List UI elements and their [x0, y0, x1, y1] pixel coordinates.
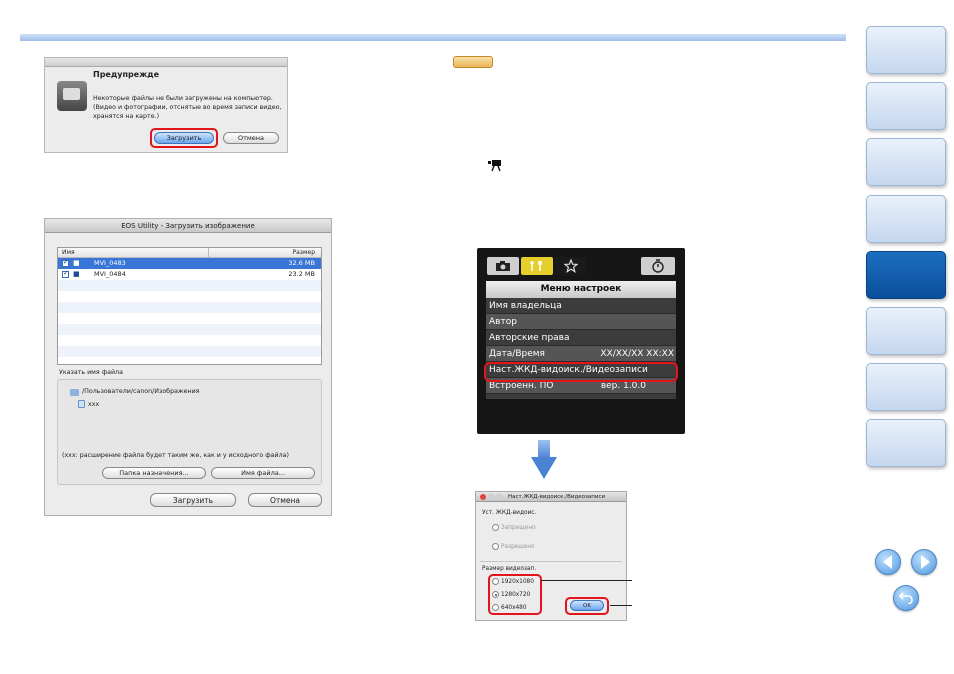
- empty-row: [58, 313, 321, 324]
- menu-item-datetime[interactable]: Дата/Время XX/XX/XX XX:XX: [486, 346, 676, 362]
- file-row[interactable]: ■ MVI_0483 32.6 MB: [58, 258, 321, 269]
- file-size: 23.2 MB: [288, 270, 315, 278]
- arrow-right-icon: [920, 555, 930, 569]
- dialog-titlebar: [45, 58, 287, 67]
- tab-setup[interactable]: [521, 257, 553, 275]
- camera-icon: [496, 261, 510, 271]
- back-button[interactable]: [893, 585, 919, 611]
- highlight-frame: [484, 362, 678, 382]
- timer-icon: [652, 259, 664, 273]
- minimize-icon[interactable]: [488, 494, 494, 500]
- next-page-button[interactable]: [911, 549, 937, 575]
- lcd-option-enable[interactable]: Разрешено: [492, 542, 535, 552]
- destination-folder-button[interactable]: Папка назначения...: [102, 467, 206, 479]
- empty-row: [58, 280, 321, 291]
- dialog-title: EOS Utility - Загрузить изображение: [45, 219, 331, 233]
- radio-button[interactable]: [492, 524, 499, 531]
- empty-row: [58, 346, 321, 357]
- file-icon: [78, 400, 85, 408]
- callout-line: [541, 580, 632, 581]
- destination-path: /Пользователи/canon/Изображения: [82, 388, 200, 395]
- hint-badge: [453, 56, 493, 68]
- file-size: 32.6 MB: [288, 259, 315, 267]
- side-tab-3[interactable]: [866, 138, 946, 186]
- tab-shooting[interactable]: [487, 257, 519, 275]
- star-icon: [564, 259, 578, 273]
- close-icon[interactable]: [480, 494, 486, 500]
- column-size: Размер: [292, 249, 315, 256]
- zoom-icon[interactable]: [496, 494, 502, 500]
- menu-item-author[interactable]: Автор: [486, 314, 676, 330]
- dialog-message: Некоторые файлы не были загружены на ком…: [93, 95, 282, 120]
- datetime-value: XX/XX/XX XX:XX: [600, 349, 674, 359]
- arrow-left-icon: [882, 555, 892, 569]
- empty-row: [58, 302, 321, 313]
- file-list[interactable]: Имя Размер ■ MVI_0483 32.6 MB ■ MVI_0484…: [57, 247, 322, 365]
- side-tab-1[interactable]: [866, 26, 946, 74]
- empty-row: [58, 291, 321, 302]
- camera-warning-icon: [57, 81, 87, 111]
- file-row[interactable]: ■ MVI_0484 23.2 MB: [58, 269, 321, 280]
- camera-setup-menu: Меню настроек Имя владельца Автор Авторс…: [477, 248, 685, 434]
- menu-item-owner[interactable]: Имя владельца: [486, 298, 676, 314]
- divider: [480, 561, 622, 562]
- lcd-option-disable[interactable]: Запрещено: [492, 523, 536, 533]
- side-tab-8[interactable]: [866, 419, 946, 467]
- empty-row: [58, 335, 321, 346]
- menu-item-copyright[interactable]: Авторские права: [486, 330, 676, 346]
- download-button[interactable]: Загрузить: [154, 132, 214, 144]
- side-tab-7[interactable]: [866, 363, 946, 411]
- prev-page-button[interactable]: [875, 549, 901, 575]
- header-bar: [20, 34, 846, 41]
- tab-mymenu[interactable]: [641, 257, 675, 275]
- menu-header: Меню настроек: [486, 281, 676, 298]
- movie-icon: ■: [73, 259, 80, 267]
- dialog-title: Наст.ЖКД-видоиск./Видеозаписи: [508, 494, 606, 500]
- video-settings-dialog: Наст.ЖКД-видоиск./Видеозаписи Уст. ЖКД-в…: [475, 491, 627, 621]
- arrow-down-icon: [538, 440, 550, 458]
- filename-group: /Пользователи/canon/Изображения xxx (xxx…: [57, 379, 322, 485]
- side-tab-5-active[interactable]: [866, 251, 946, 299]
- column-divider: [208, 248, 209, 258]
- extension-note: (xxx: расширение файла будет таким же, к…: [62, 452, 289, 459]
- warning-dialog: Предупрежде Некоторые файлы не были загр…: [44, 57, 288, 153]
- cancel-button[interactable]: Отмена: [223, 132, 279, 144]
- tab-custom[interactable]: [555, 257, 587, 275]
- highlight-frame: [488, 574, 542, 615]
- download-button[interactable]: Загрузить: [150, 493, 236, 507]
- side-tab-2[interactable]: [866, 82, 946, 130]
- folder-icon: [70, 389, 79, 396]
- movie-icon: ■: [73, 270, 80, 278]
- dialog-heading: Предупрежде: [93, 70, 160, 79]
- side-tab-4[interactable]: [866, 195, 946, 243]
- movie-icon: [488, 160, 501, 172]
- column-name: Имя: [62, 249, 75, 256]
- file-checkbox[interactable]: [62, 258, 69, 267]
- filename-group-label: Указать имя файла: [59, 369, 123, 376]
- lcd-label: Уст. ЖКД-видоис.: [482, 510, 537, 516]
- cancel-button[interactable]: Отмена: [248, 493, 322, 507]
- file-name: MVI_0484: [94, 270, 126, 278]
- wrench-icon: [530, 261, 542, 271]
- empty-row: [58, 324, 321, 335]
- file-name: MVI_0483: [94, 259, 126, 267]
- callout-line: [610, 605, 632, 606]
- return-icon: [899, 592, 913, 604]
- dialog-titlebar: Наст.ЖКД-видоиск./Видеозаписи: [476, 492, 626, 502]
- side-tab-6[interactable]: [866, 307, 946, 355]
- radio-button[interactable]: [492, 543, 499, 550]
- ok-button[interactable]: OK: [570, 600, 604, 611]
- download-dialog: EOS Utility - Загрузить изображение Имя …: [44, 218, 332, 516]
- size-label: Размер видеозап.: [482, 566, 537, 572]
- file-pattern: xxx: [88, 401, 100, 408]
- file-checkbox[interactable]: [62, 269, 69, 278]
- arrow-down-icon-head: [531, 457, 557, 479]
- list-header: Имя Размер: [58, 248, 321, 258]
- filename-button[interactable]: Имя файла...: [211, 467, 315, 479]
